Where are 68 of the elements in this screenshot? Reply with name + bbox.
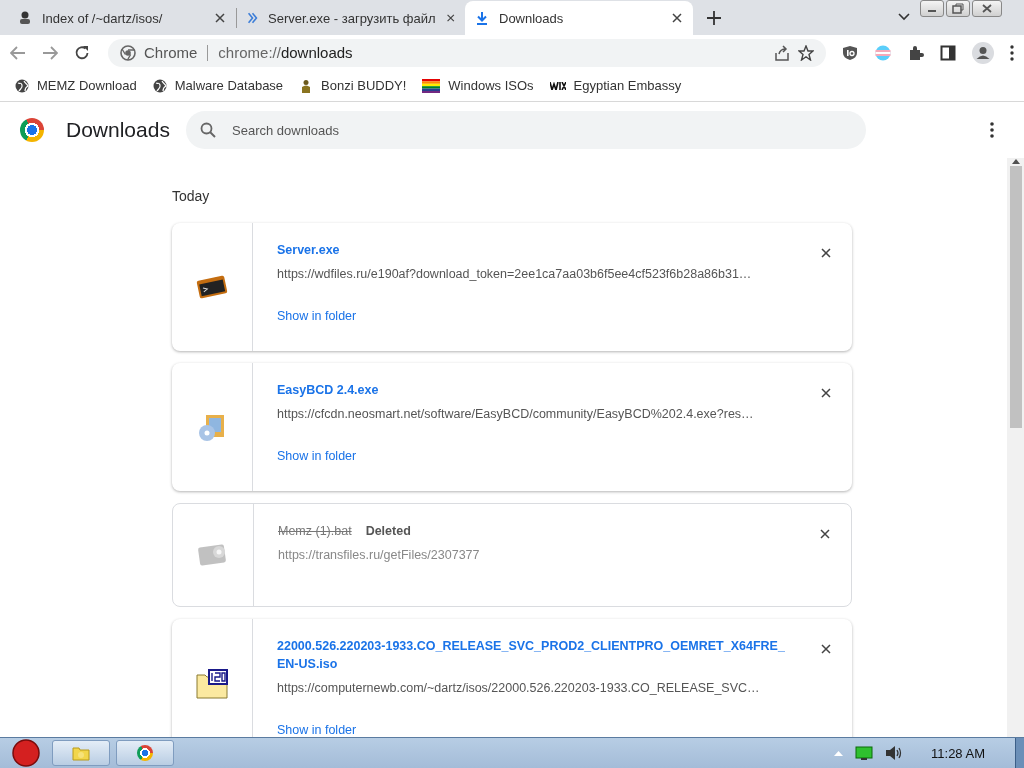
star-icon[interactable]	[798, 44, 814, 61]
file-url: https://cfcdn.neosmart.net/software/EasyBCD/community/EasyBCD%202.4.exe?res…	[277, 407, 755, 421]
bookmark-link[interactable]: MEMZ Download	[9, 74, 143, 97]
chrome-logo-icon	[120, 44, 136, 61]
bookmark-link[interactable]: Egyptian Embassy	[543, 74, 688, 97]
monitor-icon[interactable]	[855, 746, 874, 760]
figure-icon	[18, 11, 32, 25]
profile-icon[interactable]	[972, 41, 994, 64]
address-url: chrome://downloads	[218, 44, 353, 61]
search-field[interactable]: Search downloads	[186, 111, 866, 149]
iso-file-icon	[195, 669, 229, 699]
status-label: Deleted	[365, 524, 411, 538]
back-icon[interactable]	[10, 45, 26, 60]
scrollbar-thumb[interactable]	[1009, 166, 1022, 428]
chevron-down-icon[interactable]	[898, 13, 910, 21]
show-in-folder-link[interactable]: Show in folder	[277, 449, 357, 463]
chevron-icon	[247, 11, 258, 25]
browser-tab[interactable]: Server.exe - загрузить файл	[237, 1, 465, 35]
bookmark-link[interactable]: Bonzi BUDDY!	[293, 74, 413, 97]
restore-icon[interactable]	[946, 0, 970, 17]
close-icon[interactable]	[671, 12, 683, 24]
more-menu-icon[interactable]	[1010, 44, 1014, 61]
close-icon[interactable]	[445, 12, 455, 24]
site-label: Chrome	[144, 44, 198, 61]
file-name: Memz (1).bat	[278, 523, 352, 540]
speaker-icon[interactable]	[885, 745, 904, 761]
file-link[interactable]: EasyBCD 2.4.exe	[277, 381, 789, 399]
browser-tab[interactable]: Index of /~dartz/isos/	[8, 1, 236, 35]
clock[interactable]: 11:28 AM	[931, 745, 985, 761]
bookmark-link[interactable]: Malware Database	[146, 74, 290, 97]
chrome-logo-icon	[20, 118, 44, 142]
taskbar-button[interactable]	[116, 740, 174, 766]
plus-icon[interactable]	[707, 10, 721, 25]
browser-tab[interactable]: Downloads	[465, 1, 693, 35]
start-button[interactable]	[12, 739, 40, 767]
close-icon[interactable]	[820, 387, 832, 399]
address-bar[interactable]: Chrome chrome://downloads	[108, 38, 826, 67]
close-icon[interactable]	[819, 528, 831, 540]
section-heading: Today	[172, 188, 211, 204]
scroll-up-icon[interactable]	[1011, 158, 1020, 164]
file-url: https://computernewb.com/~dartz/isos/22000.526.220203-1933.CO_RELEASE_SVC…	[277, 681, 761, 695]
close-icon[interactable]	[820, 643, 832, 655]
forward-icon[interactable]	[42, 45, 58, 60]
bookmark-link[interactable]: Windows ISOs	[416, 74, 540, 97]
extensions-icon[interactable]	[908, 44, 924, 61]
show-in-folder-link[interactable]: Show in folder	[277, 723, 357, 737]
share-icon[interactable]	[774, 44, 790, 61]
chrome-logo-icon	[137, 745, 153, 761]
minimize-icon[interactable]	[920, 0, 944, 17]
rainbow-flag-icon	[422, 78, 441, 93]
scrollbar[interactable]	[1007, 158, 1024, 737]
side-panel-icon[interactable]	[940, 44, 956, 61]
close-icon[interactable]	[972, 0, 1002, 17]
wix-logo-icon	[549, 81, 566, 90]
search-icon	[200, 122, 216, 138]
file-url: https://wdfiles.ru/e190af?download_token=2ee1ca7aa03b6f5ee4cf523f6b28a86b31…	[277, 267, 753, 281]
shield-icon[interactable]	[842, 44, 858, 61]
download-icon	[475, 11, 489, 25]
show-in-folder-link[interactable]: Show in folder	[277, 309, 357, 323]
file-url: https://transfiles.ru/getFiles/2307377	[278, 548, 481, 562]
page-title: Downloads	[66, 118, 170, 142]
file-link[interactable]: 22000.526.220203-1933.CO_RELEASE_SVC_PROD2_CLIENTPRO_OEMRET_X64FRE_EN-US.iso	[277, 637, 789, 673]
reload-icon[interactable]	[74, 44, 90, 61]
more-menu-icon[interactable]	[990, 122, 994, 138]
close-icon[interactable]	[820, 247, 832, 259]
folder-icon	[72, 745, 90, 761]
file-link[interactable]: Server.exe	[277, 241, 789, 259]
close-icon[interactable]	[214, 12, 226, 24]
